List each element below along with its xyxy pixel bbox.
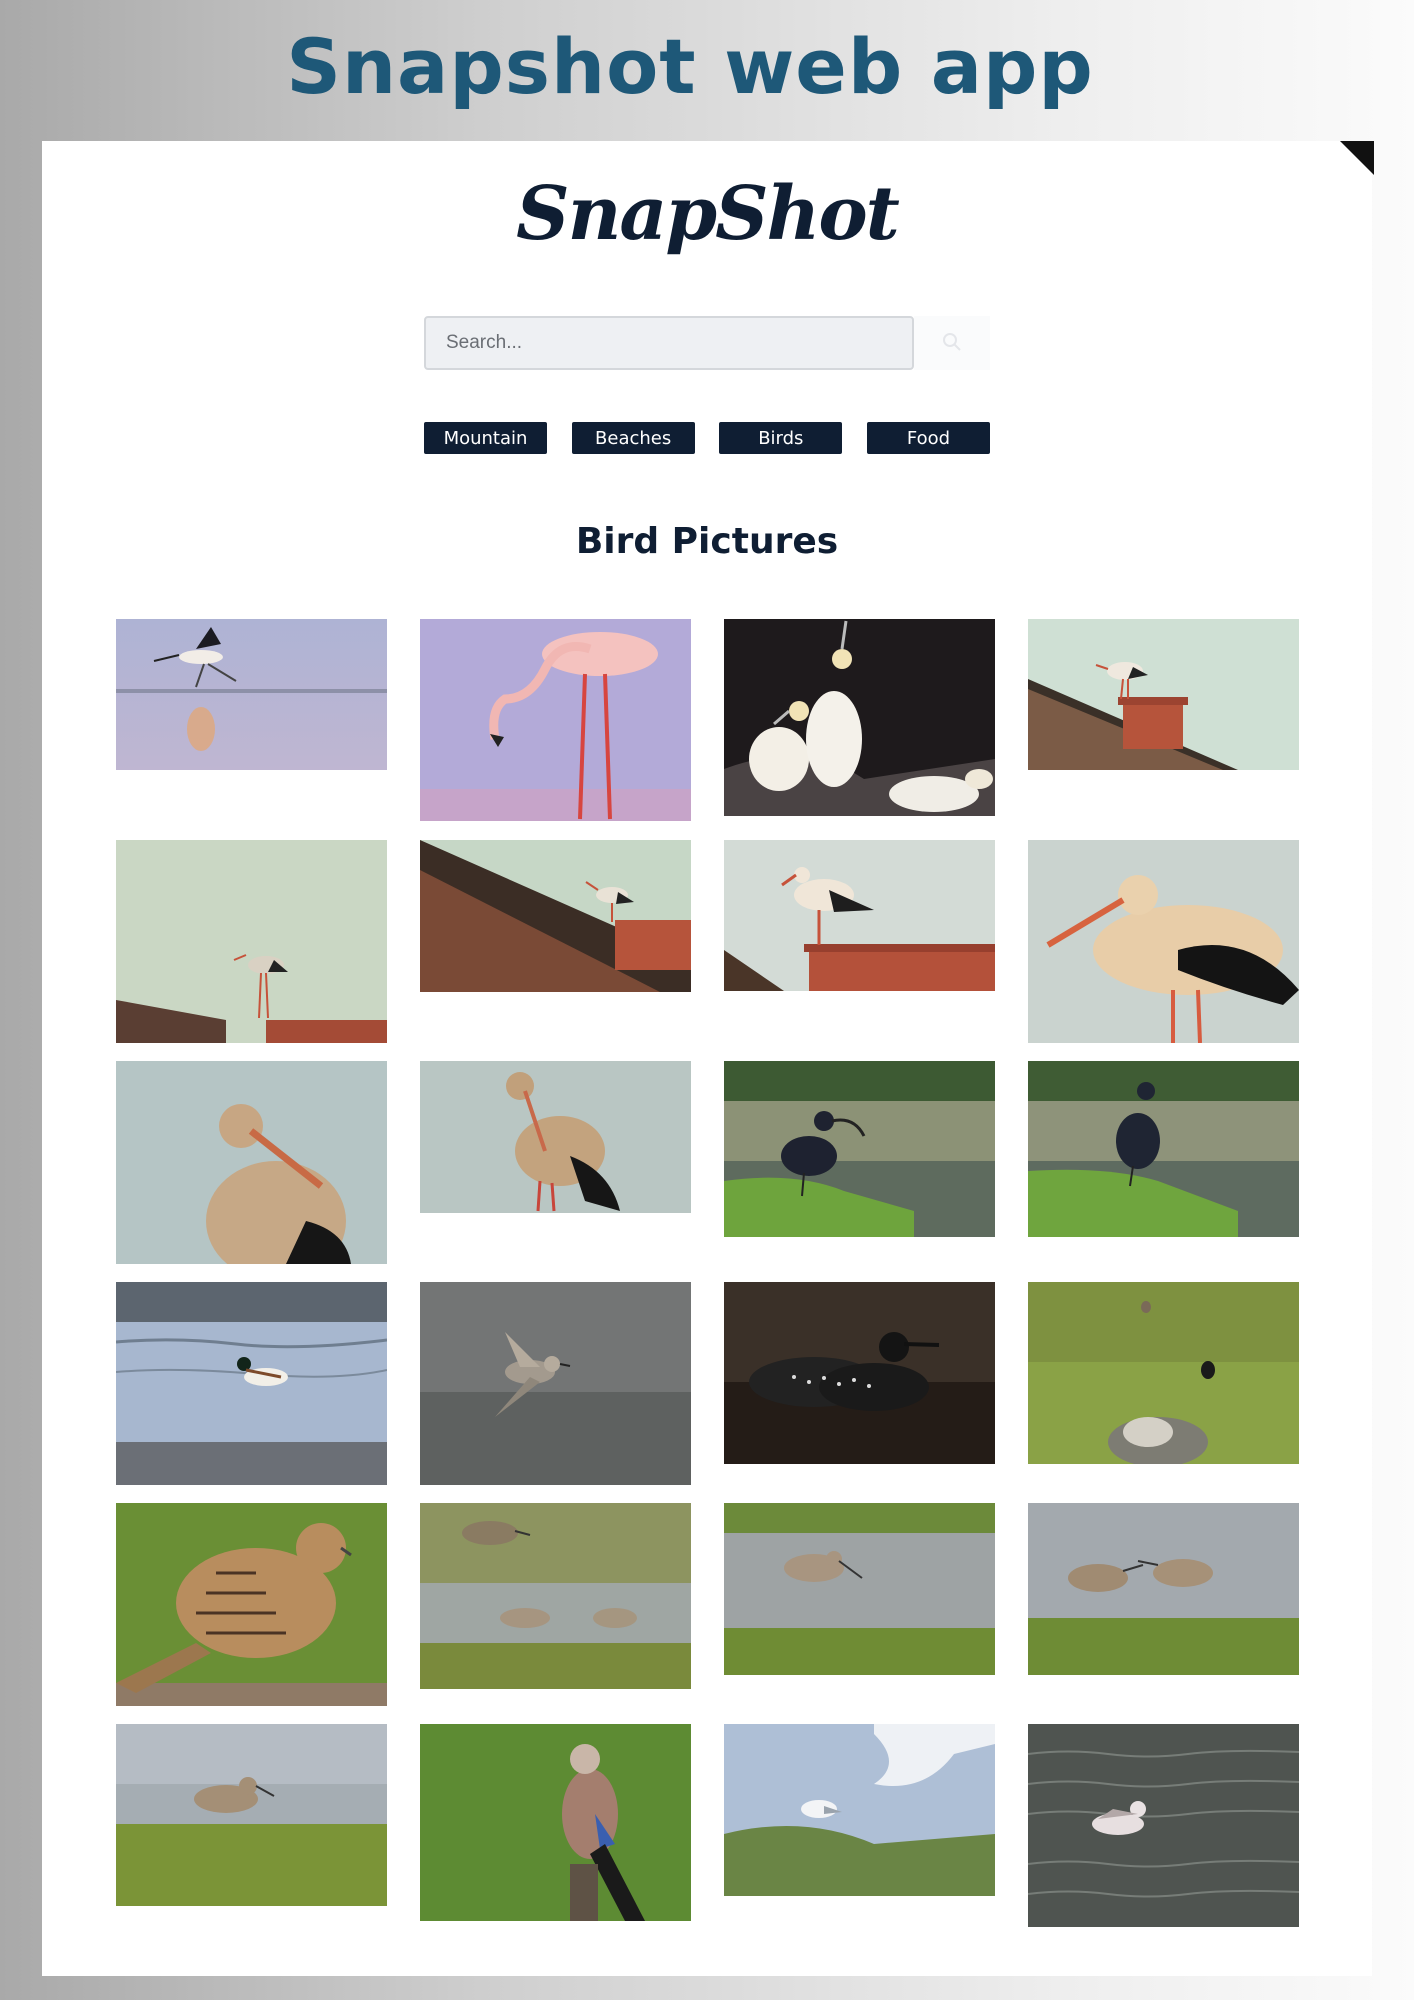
search-bar [424,316,990,370]
bird-photo-jay[interactable] [420,1724,691,1929]
bird-photo-sandpiper-2[interactable] [116,1724,387,1929]
bird-photo-gull-on-water[interactable] [1028,1724,1299,1929]
photo-gallery [116,619,1300,1929]
bird-photo-ibis[interactable] [724,1061,995,1266]
bird-photo-ibis-2[interactable] [1028,1061,1299,1266]
bird-photo-stork-on-chimney-2[interactable] [724,840,995,1045]
category-food-button[interactable]: Food [866,422,990,454]
bird-photo-avocet[interactable] [116,619,387,824]
app-window: SnapShot Mountain Beaches Birds Food Bir… [42,141,1372,1976]
bird-photo-stork-standing[interactable] [420,1061,691,1266]
bird-photo-sandpiper[interactable] [724,1503,995,1708]
bird-photo-stork-closeup[interactable] [1028,840,1299,1045]
bird-photo-sandpipers-2[interactable] [1028,1503,1299,1708]
bird-photo-gull[interactable] [724,1724,995,1929]
search-icon [940,330,964,357]
bird-photo-shelduck[interactable] [116,1282,387,1487]
section-title: Bird Pictures [575,521,839,562]
page-curl [1340,141,1374,175]
bird-photo-birds-in-grass[interactable] [1028,1282,1299,1487]
banner-title: Snapshot web app [286,22,1094,111]
bird-photo-stork-portrait[interactable] [116,1061,387,1266]
bird-photo-flamingo[interactable] [420,619,691,824]
bird-photo-stork-on-chimney[interactable] [1028,619,1299,824]
category-beaches-button[interactable]: Beaches [571,422,695,454]
bird-photo-kestrel[interactable] [116,1503,387,1708]
bird-photo-stork-on-roof[interactable] [116,840,387,1045]
bird-photo-gannets[interactable] [724,619,995,824]
search-input[interactable] [424,316,914,370]
category-mountain-button[interactable]: Mountain [424,422,547,454]
bird-photo-stork-on-roof-edge[interactable] [420,840,691,1045]
bird-photo-loon[interactable] [724,1282,995,1487]
app-logo[interactable]: SnapShot [42,171,1372,257]
category-buttons: Mountain Beaches Birds Food [424,422,990,454]
bird-photo-sandpipers[interactable] [420,1503,691,1708]
category-birds-button[interactable]: Birds [719,422,843,454]
bird-photo-sandpiper-in-flight[interactable] [420,1282,691,1487]
search-button[interactable] [914,316,990,370]
